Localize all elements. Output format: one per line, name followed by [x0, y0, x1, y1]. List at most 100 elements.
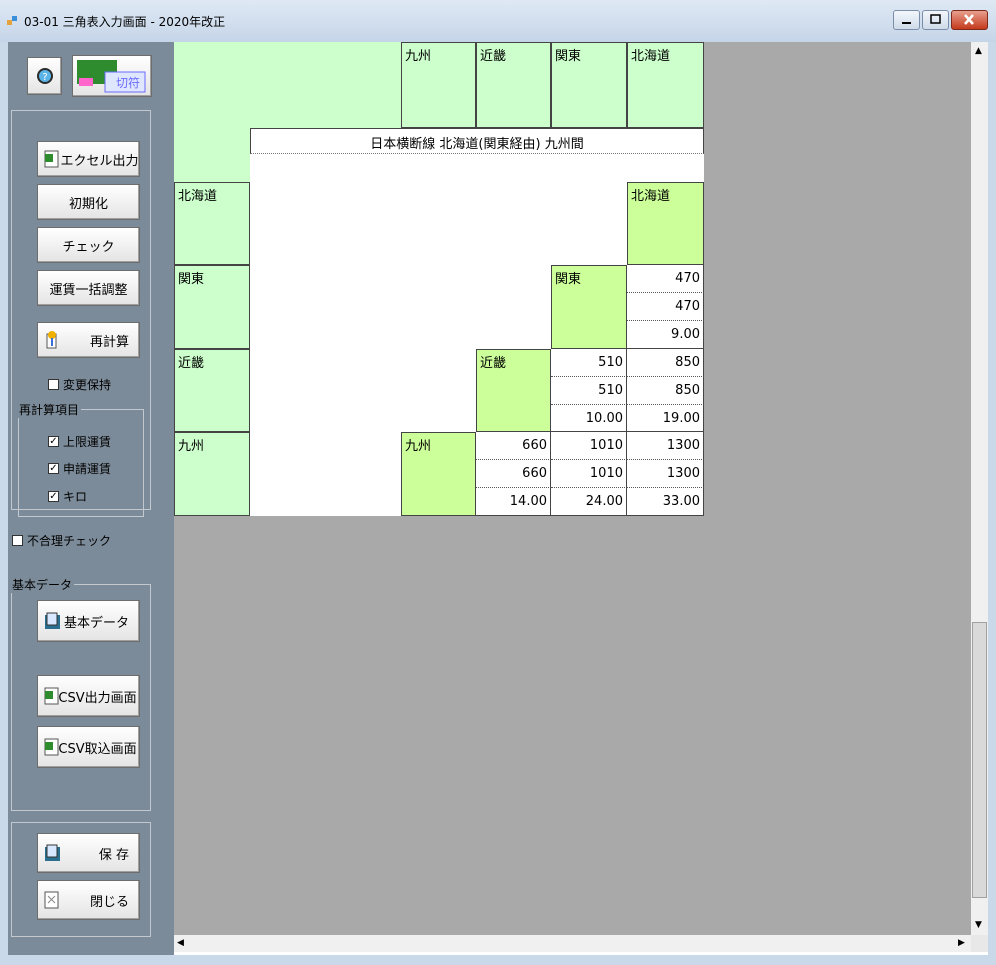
diagonal-cell-kanto: 関東 — [551, 265, 627, 349]
close-label: 閉じる — [89, 894, 129, 910]
vertical-scrollbar[interactable]: ▲ ▼ — [971, 42, 988, 935]
upper-limit-fare-label: 上限運賃 — [63, 435, 112, 449]
irrational-check-label: 不合理チェック — [27, 534, 112, 548]
row-header-kyushu[interactable]: 九州 — [174, 432, 250, 516]
main-frame: ? 切符 エクセル出力 初期化 チェック 運賃一括調整 再計算 変更保持 再計算… — [8, 42, 988, 955]
svg-text:?: ? — [42, 72, 47, 83]
kilo-cell[interactable]: 10.00 — [551, 405, 627, 432]
kilo-label: キロ — [63, 490, 88, 504]
save-label: 保 存 — [98, 847, 129, 863]
minimize-icon — [902, 22, 911, 24]
keep-changes-label: 変更保持 — [63, 378, 112, 392]
column-header-kanto[interactable]: 関東 — [551, 42, 627, 128]
horizontal-scrollbar[interactable]: ◀ ▶ — [174, 935, 971, 952]
excel-export-button[interactable]: エクセル出力 — [37, 141, 140, 177]
folder-icon — [45, 612, 60, 629]
fare-cell[interactable]: 850 — [627, 349, 704, 377]
recalc-icon — [46, 331, 57, 349]
save-icon — [45, 844, 60, 861]
close-doc-icon — [44, 891, 59, 909]
checkbox-box — [12, 535, 23, 546]
fare-cell[interactable]: 470 — [627, 265, 704, 293]
basic-data-label: 基本データ — [63, 615, 129, 631]
recalc-label: 再計算 — [89, 334, 129, 350]
close-icon — [964, 14, 974, 25]
csv-import-label: CSV取込画面 — [58, 741, 137, 757]
column-header-kyushu[interactable]: 九州 — [401, 42, 476, 128]
scroll-left-icon[interactable]: ◀ — [177, 938, 184, 948]
fare-cell[interactable]: 660 — [476, 460, 551, 488]
row-header-hokkaido[interactable]: 北海道 — [174, 182, 250, 265]
fare-cell[interactable]: 510 — [551, 349, 627, 377]
recalc-items-group-label: 再計算項目 — [17, 401, 82, 418]
sidebar: ? 切符 エクセル出力 初期化 チェック 運賃一括調整 再計算 変更保持 再計算… — [8, 42, 174, 955]
save-button[interactable]: 保 存 — [37, 833, 140, 873]
fare-cell[interactable]: 1300 — [627, 460, 704, 488]
app-icon — [7, 16, 17, 25]
column-header-kinki[interactable]: 近畿 — [476, 42, 551, 128]
kilo-cell[interactable]: 19.00 — [627, 405, 704, 432]
corner-cell — [174, 42, 250, 182]
kilo-cell[interactable]: 9.00 — [627, 321, 704, 349]
csv-import-button[interactable]: CSV取込画面 — [37, 726, 140, 768]
corner-cell-top — [250, 42, 401, 128]
kilo-cell[interactable]: 24.00 — [551, 488, 627, 516]
kilo-checkbox[interactable]: ✓ キロ — [48, 488, 87, 505]
minimize-button[interactable] — [893, 10, 920, 30]
maximize-button[interactable] — [922, 10, 949, 30]
fare-cell[interactable]: 470 — [627, 293, 704, 321]
fare-cell[interactable]: 1010 — [551, 460, 627, 488]
diagonal-cell-kyushu: 九州 — [401, 432, 476, 516]
window-title: 03-01 三角表入力画面 - 2020年改正 — [24, 15, 226, 29]
kilo-cell[interactable]: 14.00 — [476, 488, 551, 516]
column-header-hokkaido[interactable]: 北海道 — [627, 42, 704, 128]
checkbox-box — [48, 379, 59, 390]
fare-cell[interactable]: 850 — [627, 377, 704, 405]
diagonal-cell-kinki: 近畿 — [476, 349, 551, 432]
fare-cell[interactable]: 1300 — [627, 432, 704, 460]
title-bar: 03-01 三角表入力画面 - 2020年改正 — [0, 0, 996, 42]
fare-cell[interactable]: 1010 — [551, 432, 627, 460]
basic-data-button[interactable]: 基本データ — [37, 600, 140, 642]
diagonal-cell-hokkaido: 北海道 — [627, 182, 704, 265]
fare-cell[interactable]: 510 — [551, 377, 627, 405]
check-label: チェック — [62, 239, 115, 255]
upper-limit-fare-checkbox[interactable]: ✓ 上限運賃 — [48, 433, 111, 450]
scrollbar-corner — [971, 935, 988, 952]
close-button[interactable]: 閉じる — [37, 880, 140, 920]
maximize-icon — [930, 14, 941, 24]
fare-cell[interactable]: 660 — [476, 432, 551, 460]
ticket-button[interactable]: 切符 — [72, 55, 152, 97]
vertical-scroll-thumb[interactable] — [972, 622, 987, 898]
init-label: 初期化 — [68, 196, 108, 212]
scroll-down-icon[interactable]: ▼ — [975, 920, 982, 930]
init-button[interactable]: 初期化 — [37, 184, 140, 220]
recalc-button[interactable]: 再計算 — [37, 322, 140, 358]
fare-adjust-label: 運賃一括調整 — [49, 282, 128, 298]
scroll-right-icon[interactable]: ▶ — [958, 938, 965, 948]
help-icon: ? — [36, 68, 53, 84]
row-header-kanto[interactable]: 関東 — [174, 265, 250, 349]
scroll-up-icon[interactable]: ▲ — [975, 46, 982, 56]
triangle-table: 九州 近畿 関東 北海道 日本横断線 北海道(関東経由) 九州間 北海道 関東 … — [174, 42, 704, 516]
excel-export-label: エクセル出力 — [60, 153, 139, 169]
checkbox-box: ✓ — [48, 436, 59, 447]
check-button[interactable]: チェック — [37, 227, 140, 263]
csv-export-icon — [44, 687, 59, 705]
csv-import-icon — [44, 738, 59, 756]
excel-icon — [44, 150, 59, 168]
checkbox-box: ✓ — [48, 463, 59, 474]
checkbox-box: ✓ — [48, 491, 59, 502]
applied-fare-label: 申請運賃 — [63, 462, 112, 476]
row-header-kinki[interactable]: 近畿 — [174, 349, 250, 432]
applied-fare-checkbox[interactable]: ✓ 申請運賃 — [48, 460, 111, 477]
ticket-label: 切符 — [116, 76, 141, 90]
fare-adjust-button[interactable]: 運賃一括調整 — [37, 270, 140, 306]
help-button[interactable]: ? — [27, 57, 62, 95]
keep-changes-checkbox[interactable]: 変更保持 — [48, 376, 111, 393]
csv-export-button[interactable]: CSV出力画面 — [37, 675, 140, 717]
csv-export-label: CSV出力画面 — [58, 690, 137, 706]
kilo-cell[interactable]: 33.00 — [627, 488, 704, 516]
irrational-check-checkbox[interactable]: 不合理チェック — [12, 532, 111, 549]
close-window-button[interactable] — [951, 10, 988, 30]
